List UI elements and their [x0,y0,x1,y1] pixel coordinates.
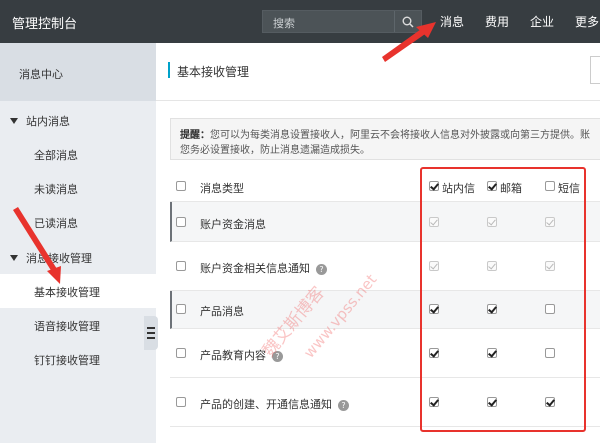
annotation-arrow-to-messages [382,22,436,62]
annotation-arrows [13,22,436,284]
annotation-arrow-to-basic-receive [13,207,61,284]
